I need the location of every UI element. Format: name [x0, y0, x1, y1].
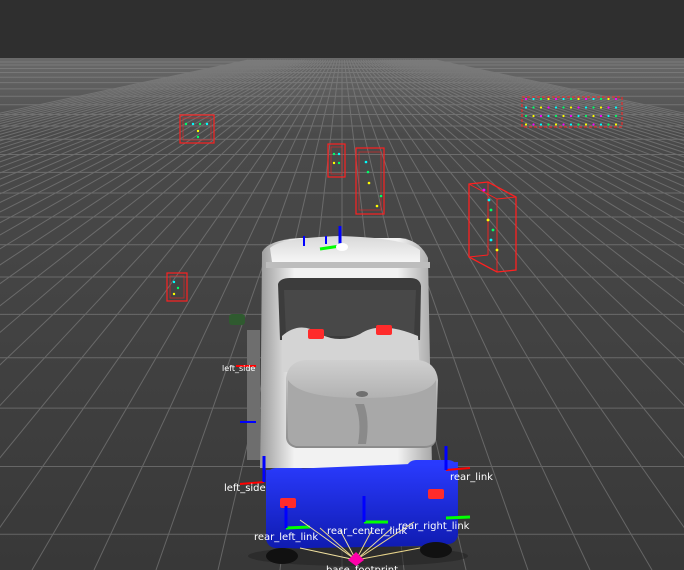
frame-label-rear-right-link: rear_right_link: [398, 521, 470, 532]
frame-label-left-side-lower: left_side: [224, 483, 266, 494]
frame-label-left-side: left_side: [222, 364, 255, 373]
scene-canvas[interactable]: left_side left_side rear_link rear_cente…: [0, 0, 684, 570]
frame-label-base-footprint: base_footprint: [326, 565, 398, 570]
frame-label-rear-left-link: rear_left_link: [254, 532, 318, 543]
frame-label-rear-link: rear_link: [450, 472, 493, 483]
frame-label-rear-center-link: rear_center_link: [327, 526, 407, 537]
3d-viewport[interactable]: left_side left_side rear_link rear_cente…: [0, 0, 684, 570]
